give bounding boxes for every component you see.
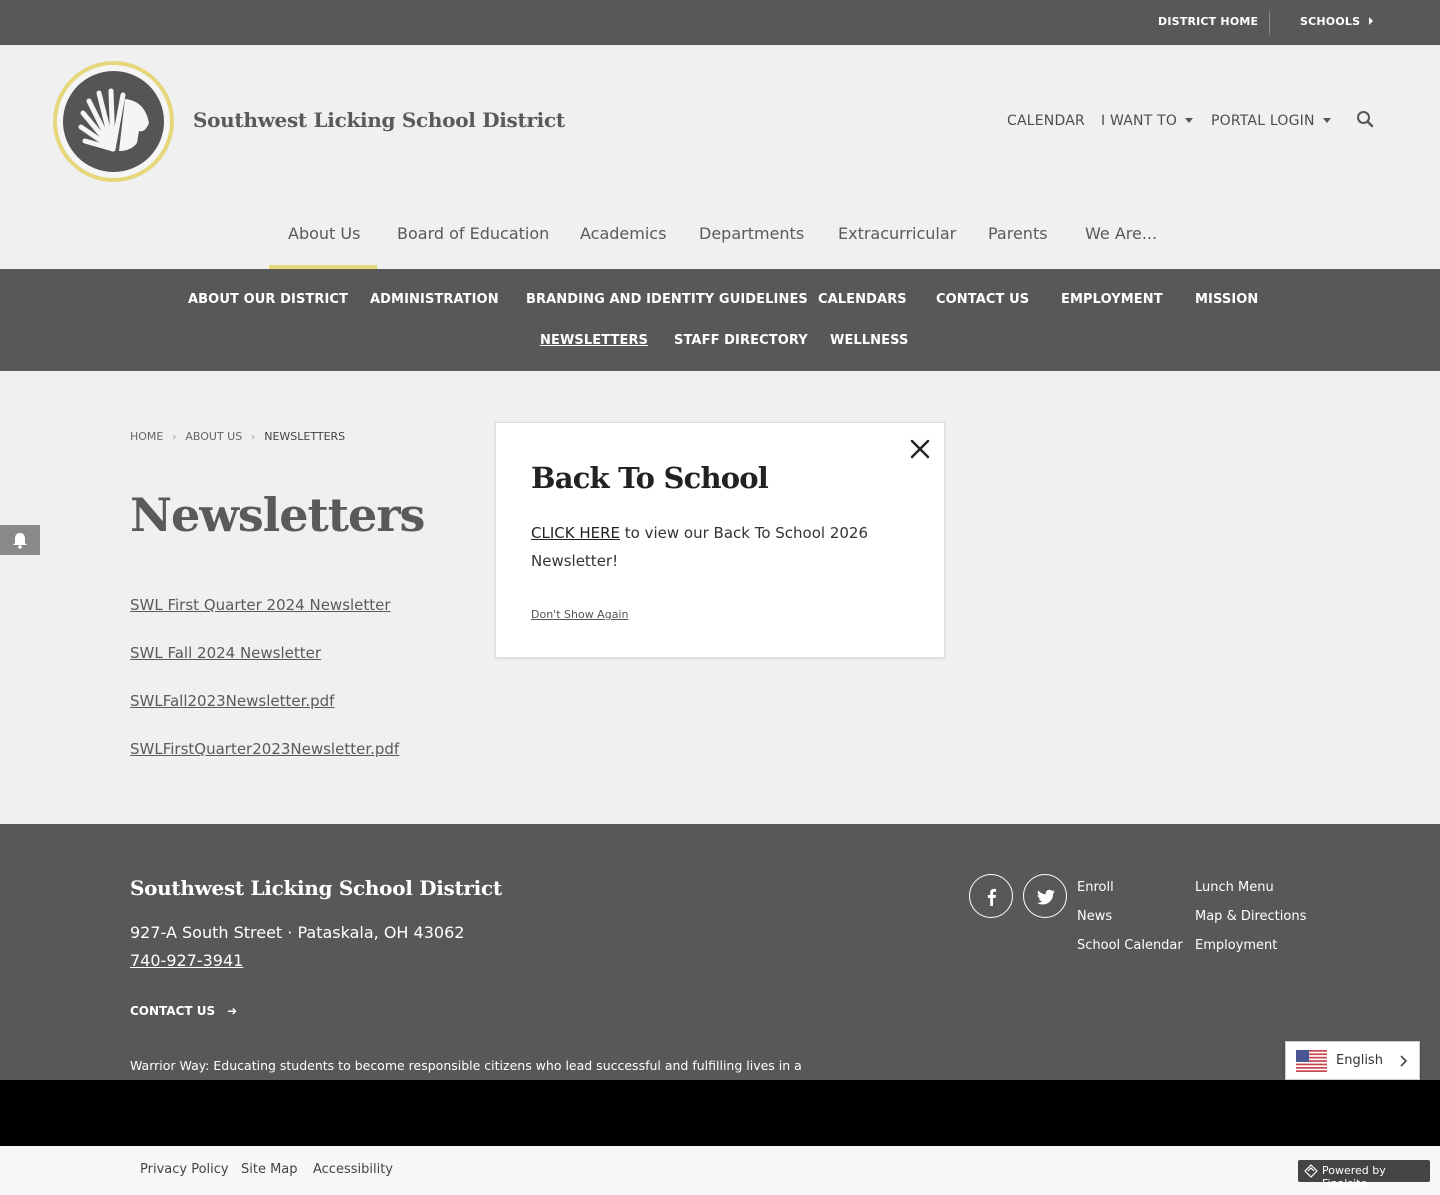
powered-by-finalsite-badge[interactable]: Powered by Finalsite (1298, 1160, 1430, 1190)
close-icon[interactable] (908, 437, 932, 461)
breadcrumb-about-us[interactable]: ABOUT US (185, 430, 242, 443)
twitter-icon (1036, 889, 1055, 905)
schools-dropdown[interactable]: SCHOOLS (1300, 15, 1374, 28)
document-link[interactable]: SWLFall2023Newsletter.pdf (130, 692, 334, 710)
breadcrumb: HOME › ABOUT US › NEWSLETTERS (130, 430, 345, 443)
modal-title: Back To School (531, 461, 769, 495)
footer-phone-link[interactable]: 740-927-3941 (130, 951, 243, 970)
site-header: Southwest Licking School District CALEND… (0, 45, 1440, 205)
document-link[interactable]: SWL Fall 2024 Newsletter (130, 644, 321, 662)
footer-address: 927-A South Street · Pataskala, OH 43062 (130, 923, 465, 942)
breadcrumb-current: NEWSLETTERS (264, 430, 346, 443)
alerts-tab[interactable] (0, 525, 40, 555)
schools-label: SCHOOLS (1300, 15, 1361, 28)
quick-link-lunch-menu[interactable]: Lunch Menu (1195, 880, 1274, 895)
privacy-policy-link[interactable]: Privacy Policy (140, 1162, 229, 1177)
quick-link-employment[interactable]: Employment (1195, 938, 1277, 953)
nav-parents[interactable]: Parents (988, 224, 1048, 243)
nav-board-of-education[interactable]: Board of Education (397, 224, 549, 243)
modal-click-here-link[interactable]: CLICK HERE (531, 524, 620, 542)
language-selector[interactable]: English (1285, 1041, 1420, 1080)
quick-link-news[interactable]: News (1077, 909, 1112, 924)
portal-login-label: PORTAL LOGIN (1211, 113, 1315, 129)
chevron-right-icon: › (172, 432, 177, 443)
subnav-employment[interactable]: EMPLOYMENT (1061, 292, 1163, 307)
i-want-to-label: I WANT TO (1101, 113, 1178, 129)
subnav-branding[interactable]: BRANDING AND IDENTITY GUIDELINES (526, 292, 808, 307)
district-home-link[interactable]: DISTRICT HOME (1158, 15, 1258, 28)
chevron-right-icon (1400, 1055, 1408, 1067)
footer-contact-label: CONTACT US (130, 1004, 216, 1018)
twitter-button[interactable] (1023, 874, 1067, 918)
footer-black-bar (0, 1080, 1440, 1146)
dont-show-again-link[interactable]: Don't Show Again (531, 608, 628, 621)
nav-extracurricular[interactable]: Extracurricular (838, 224, 956, 243)
site-footer: Southwest Licking School District 927-A … (0, 824, 1440, 1094)
modal-body: CLICK HERE to view our Back To School 20… (531, 519, 911, 575)
subnav-newsletters[interactable]: NEWSLETTERS (540, 333, 648, 348)
subnav-wellness[interactable]: WELLNESS (830, 333, 909, 348)
subnav-administration[interactable]: ADMINISTRATION (370, 292, 499, 307)
chevron-right-icon: › (251, 432, 256, 443)
subnav-calendars[interactable]: CALENDARS (818, 292, 907, 307)
arrow-right-icon: ➜ (227, 1004, 238, 1018)
breadcrumb-home[interactable]: HOME (130, 430, 163, 443)
calendar-link[interactable]: CALENDAR (1007, 113, 1085, 129)
subnav-staff-directory[interactable]: STAFF DIRECTORY (674, 333, 808, 348)
quick-link-school-calendar[interactable]: School Calendar (1077, 938, 1183, 953)
search-icon[interactable] (1356, 110, 1374, 128)
powered-by-text: Powered by Finalsite (1322, 1164, 1386, 1190)
facebook-icon (987, 888, 997, 906)
headdress-icon (78, 88, 149, 152)
i-want-to-dropdown[interactable]: I WANT TO (1101, 113, 1194, 129)
sub-navigation: ABOUT OUR DISTRICT ADMINISTRATION BRANDI… (0, 269, 1440, 371)
bell-icon (13, 533, 27, 549)
nav-we-are[interactable]: We Are... (1085, 224, 1157, 243)
quick-link-enroll[interactable]: Enroll (1077, 880, 1114, 895)
subnav-about-our-district[interactable]: ABOUT OUR DISTRICT (188, 292, 348, 307)
subnav-mission[interactable]: MISSION (1195, 292, 1258, 307)
language-label: English (1336, 1053, 1383, 1068)
site-title[interactable]: Southwest Licking School District (193, 108, 565, 132)
nav-about-us[interactable]: About Us (288, 224, 360, 243)
caret-down-icon (1322, 118, 1331, 123)
caret-right-icon (1369, 17, 1374, 25)
facebook-button[interactable] (969, 874, 1013, 918)
site-map-link[interactable]: Site Map (241, 1162, 298, 1177)
quick-link-map-directions[interactable]: Map & Directions (1195, 909, 1306, 924)
document-link[interactable]: SWLFirstQuarter2023Newsletter.pdf (130, 740, 399, 758)
us-flag-icon (1296, 1050, 1327, 1072)
nav-departments[interactable]: Departments (699, 224, 804, 243)
footer-title: Southwest Licking School District (130, 876, 502, 900)
accessibility-link[interactable]: Accessibility (313, 1162, 393, 1177)
caret-down-icon (1185, 118, 1194, 123)
page-title: Newsletters (130, 488, 425, 542)
main-navigation: About Us Board of Education Academics De… (0, 205, 1440, 272)
district-logo[interactable] (53, 61, 174, 182)
document-link[interactable]: SWL First Quarter 2024 Newsletter (130, 596, 391, 614)
top-utility-bar: DISTRICT HOME SCHOOLS (0, 0, 1440, 45)
finalsite-logo-icon (1304, 1164, 1318, 1178)
footer-contact-us-link[interactable]: CONTACT US ➜ (130, 1004, 237, 1018)
nav-academics[interactable]: Academics (580, 224, 666, 243)
portal-login-dropdown[interactable]: PORTAL LOGIN (1211, 113, 1331, 129)
subnav-contact-us[interactable]: CONTACT US (936, 292, 1029, 307)
bottom-bar: Privacy Policy Site Map Accessibility Po… (0, 1146, 1440, 1195)
topbar-divider (1269, 11, 1270, 35)
back-to-school-modal: Back To School CLICK HERE to view our Ba… (495, 422, 945, 658)
